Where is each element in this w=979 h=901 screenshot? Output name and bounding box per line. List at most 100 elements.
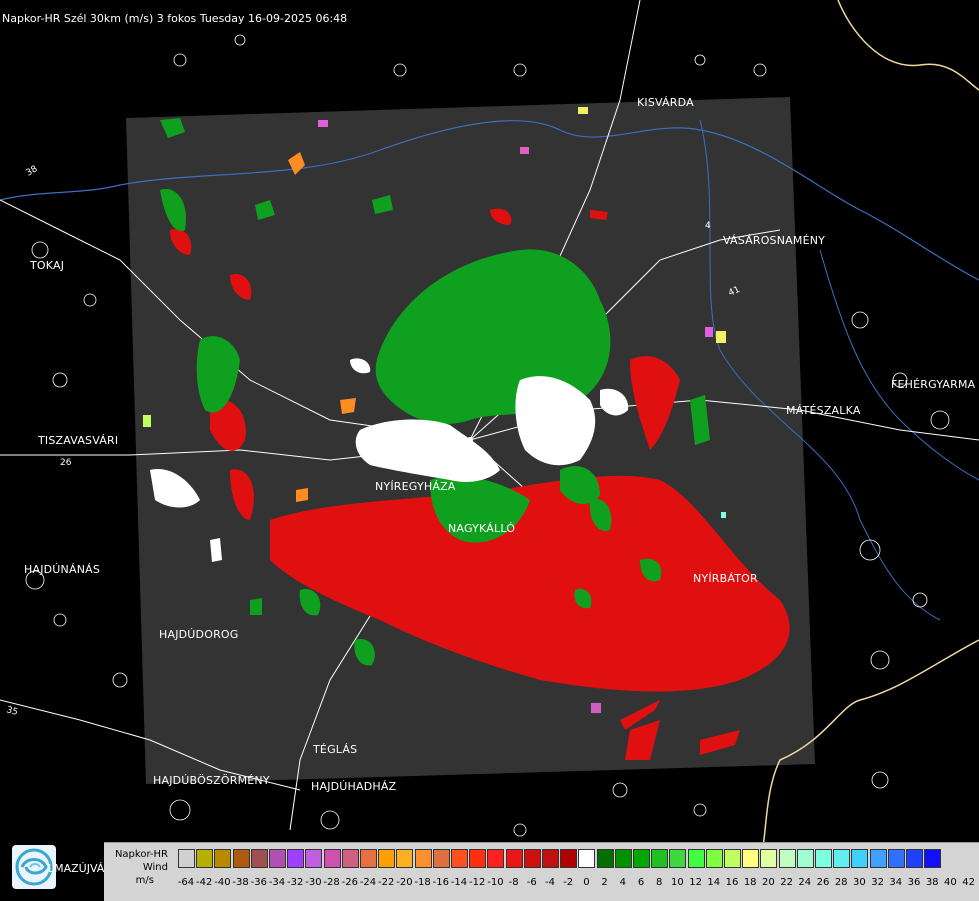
city-label-tokaj: TOKAJ [30, 259, 65, 272]
city-label-teglas: TÉGLÁS [313, 743, 358, 756]
legend-tick-label: 42 [962, 877, 975, 888]
legend-swatch [487, 849, 505, 868]
legend-tick-label: 32 [871, 877, 884, 888]
legend-swatch [705, 849, 723, 868]
city-label-nyirbator: NYÍRBÁTOR [693, 572, 758, 585]
legend-tick-label: 4 [619, 877, 626, 888]
legend-tick-label: -18 [414, 877, 431, 888]
legend-tick-label: -40 [214, 877, 231, 888]
legend-tick-label: 16 [725, 877, 739, 888]
legend-tick-label: 12 [689, 877, 702, 888]
legend-tick-label: -28 [323, 877, 340, 888]
legend-swatch [596, 849, 614, 868]
legend-tick-label: -10 [487, 877, 504, 888]
legend-tick-label: 28 [834, 877, 848, 888]
legend-tick-label: -30 [305, 877, 322, 888]
road-number-26: 26 [60, 458, 72, 468]
legend-swatch [778, 849, 796, 868]
legend-tick-label: 34 [889, 877, 903, 888]
legend-swatch [760, 849, 778, 868]
legend-swatch [578, 849, 596, 868]
legend-tick-label: -4 [545, 877, 555, 888]
legend-unit: m/s [135, 875, 154, 886]
legend-swatch [560, 849, 578, 868]
legend-tick-label: -8 [508, 877, 519, 888]
legend-tick-label: 38 [925, 877, 939, 888]
legend-swatch [887, 849, 905, 868]
legend-tick-label: 6 [637, 877, 645, 888]
legend-tick-label: 36 [907, 877, 921, 888]
legend-swatch [906, 849, 923, 868]
legend-tick-label: 22 [780, 877, 793, 888]
radar-site-marker [467, 437, 473, 443]
map-title: Napkor-HR Szél 30km (m/s) 3 fokos Tuesda… [2, 12, 348, 25]
legend-swatch [815, 849, 832, 868]
legend-swatch [614, 849, 632, 868]
legend-tick-label: -12 [469, 877, 486, 888]
legend-swatch [633, 849, 650, 868]
legend-swatch [724, 849, 741, 868]
legend-swatch [341, 849, 359, 868]
legend-tick-label: -20 [396, 877, 413, 888]
city-label-nagykallo: NAGYKÁLLÓ [448, 522, 516, 535]
legend-tick-label: 18 [743, 877, 757, 888]
radar-map: 26 35 38 4 41 [0, 0, 979, 900]
city-label-mateszalka: MÁTÉSZALKA [786, 404, 861, 417]
legend-swatch [414, 849, 432, 868]
legend-swatch [305, 849, 323, 868]
legend-tick-label: -32 [287, 877, 304, 888]
city-label-kisvarda: KISVÁRDA [637, 96, 694, 109]
legend-swatch [924, 849, 942, 868]
legend-tick-label: 20 [762, 877, 775, 888]
legend-swatch [796, 849, 814, 868]
city-label-hajduboszormeny: HAJDÚBÖSZÖRMÉNY [153, 774, 270, 787]
legend-swatch [396, 849, 414, 868]
city-label-hajdudorog: HAJDÚDOROG [159, 628, 239, 641]
legend-tick-label: 8 [656, 877, 663, 888]
city-label-hajduhadhaz: HAJDÚHADHÁZ [311, 780, 397, 793]
legend-swatch [378, 849, 396, 868]
legend-tick-label: -24 [359, 877, 377, 888]
legend-swatch [360, 849, 377, 868]
legend-swatch [250, 849, 268, 868]
legend-tick-label: 10 [671, 877, 684, 888]
city-label-vasarosnameny: VÁSÁROSNAMÉNY [723, 234, 826, 247]
legend-tick-label: -36 [250, 877, 267, 888]
legend-tick-label: -16 [432, 877, 449, 888]
legend-quantity: Wind [142, 862, 168, 873]
legend-swatch [232, 849, 250, 868]
legend-tick-label: -34 [268, 877, 286, 888]
road-number-4: 4 [705, 221, 711, 231]
legend-swatch [523, 849, 541, 868]
legend-swatch [323, 849, 341, 868]
legend-swatch [269, 849, 286, 868]
city-label-fehergyarmat: FEHÉRGYARMA [891, 378, 976, 391]
city-label-hajdusamson: LMAZÚJVÁR [48, 862, 112, 875]
legend-swatch [851, 849, 869, 868]
legend-tick-label: 2 [601, 877, 608, 888]
legend-swatch [451, 849, 468, 868]
legend-tick-label: 26 [816, 877, 830, 888]
legend-swatch [505, 849, 523, 868]
legend-tick-label: -6 [526, 877, 537, 888]
legend-tick-label: -2 [563, 877, 574, 888]
legend-swatch [178, 849, 195, 868]
legend-tick-label: -22 [378, 877, 395, 888]
legend-swatch [687, 849, 705, 868]
city-label-hajdunanas: HAJDÚNÁNÁS [24, 563, 101, 576]
legend-swatch [869, 849, 887, 868]
legend-swatch [742, 849, 760, 868]
legend-swatch [542, 849, 559, 868]
legend-swatch [432, 849, 450, 868]
legend-title: Napkor-HR Wind m/s [106, 848, 170, 887]
legend-tick-label: -14 [450, 877, 468, 888]
legend-tick-label: -64 [177, 877, 195, 888]
legend-source: Napkor-HR [114, 849, 168, 860]
legend-tick-label: -38 [232, 877, 249, 888]
legend-swatch [287, 849, 305, 868]
legend-tick-label: 30 [853, 877, 866, 888]
legend-tick-label: 14 [707, 877, 721, 888]
city-label-tiszavasvari: TISZAVASVÁRI [38, 434, 119, 447]
legend-tick-label: -42 [196, 877, 213, 888]
color-legend: Napkor-HR Wind m/s -64 -42 -40 -38 -36 -34 -32… [104, 842, 979, 901]
